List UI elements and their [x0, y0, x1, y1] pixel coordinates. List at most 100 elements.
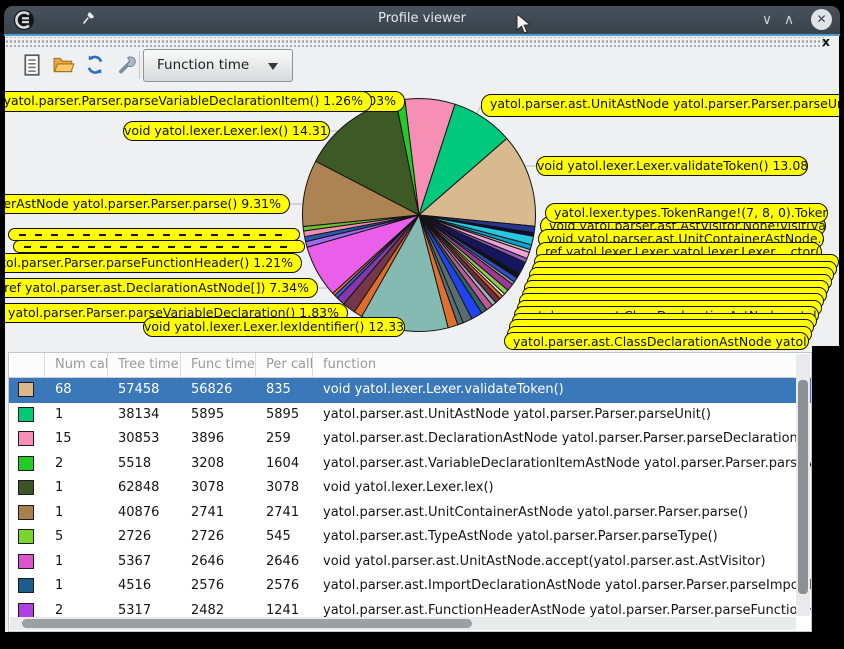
cell-num-calls: 68: [45, 378, 108, 403]
profile-viewer-window: { "window": { "title": "Profile viewer",…: [0, 0, 844, 649]
cell-num-calls: 5: [45, 525, 108, 550]
pie-callout: void yatol.parser.Parser.parseDeclaratio…: [5, 278, 318, 298]
cell-func-time: 5895: [181, 403, 256, 428]
cell-func-time: 2741: [181, 501, 256, 526]
row-color-cell: [9, 452, 45, 477]
cell-per-call: 2741: [256, 501, 313, 526]
cell-func-time: 56826: [181, 378, 256, 403]
cell-function: yatol.parser.ast.TypeAstNode yatol.parse…: [313, 525, 811, 550]
cell-func-time: 3208: [181, 452, 256, 477]
column-header-per-call[interactable]: Per call: [256, 353, 313, 377]
column-header-num-calls[interactable]: Num calls: [45, 353, 108, 377]
cell-per-call: 545: [256, 525, 313, 550]
table-row[interactable]: 527262726545yatol.parser.ast.TypeAstNode…: [9, 525, 811, 550]
vertical-scrollbar[interactable]: [796, 354, 810, 616]
row-color-cell: [9, 550, 45, 575]
column-header-tree-time[interactable]: Tree time: [108, 353, 181, 377]
vertical-scrollbar-thumb[interactable]: [798, 380, 808, 594]
cell-function: void yatol.lexer.Lexer.validateToken(): [313, 378, 811, 403]
cell-per-call: 259: [256, 427, 313, 452]
cell-function: void yatol.lexer.Lexer.lex(): [313, 476, 811, 501]
cell-function: yatol.parser.ast.VariableDeclarationItem…: [313, 452, 811, 477]
window-title: Profile viewer: [4, 11, 840, 26]
table-header: Num callsTree timeFunc timePer callfunct…: [9, 353, 811, 378]
cell-per-call: 2646: [256, 550, 313, 575]
table-row[interactable]: 13813458955895yatol.parser.ast.UnitAstNo…: [9, 403, 811, 428]
cell-tree-time: 2726: [108, 525, 181, 550]
cell-func-time: 3896: [181, 427, 256, 452]
cell-tree-time: 30853: [108, 427, 181, 452]
row-color-cell: [9, 525, 45, 550]
cell-func-time: 2576: [181, 574, 256, 599]
cell-tree-time: 62848: [108, 476, 181, 501]
cell-num-calls: 1: [45, 403, 108, 428]
row-color-swatch: [18, 505, 34, 520]
pie-callout: yatol.lexer.types.TokenRange!(7, 8, 0).T…: [545, 203, 828, 223]
cell-func-time: 2646: [181, 550, 256, 575]
cell-num-calls: 1: [45, 501, 108, 526]
cell-num-calls: 1: [45, 476, 108, 501]
horizontal-scrollbar-thumb[interactable]: [22, 619, 472, 628]
cell-tree-time: 5518: [108, 452, 181, 477]
table-row[interactable]: 14087627412741yatol.parser.ast.UnitConta…: [9, 501, 811, 526]
column-header-func-time[interactable]: Func time: [181, 353, 256, 377]
pie-callout-crushed: [13, 240, 305, 253]
mouse-cursor: [516, 13, 532, 35]
pie-callout: yatol.parser.ast.VariableDeclarationItem…: [5, 91, 372, 112]
cell-per-call: 835: [256, 378, 313, 403]
row-color-swatch: [18, 578, 34, 593]
pie-callout: yatol.parser.ast.FunctionHeaderAstNode y…: [5, 253, 302, 273]
table-row[interactable]: 1536726462646void yatol.parser.ast.UnitA…: [9, 550, 811, 575]
column-header-color[interactable]: [9, 353, 45, 377]
minimize-button[interactable]: ∨: [756, 10, 778, 30]
pie-callout: void yatol.lexer.Lexer.lex() 14.31%: [123, 121, 330, 141]
cell-tree-time: 40876: [108, 501, 181, 526]
column-header-function[interactable]: function: [313, 353, 811, 377]
results-table: Num callsTree timeFunc timePer callfunct…: [8, 352, 812, 632]
cell-function: yatol.parser.ast.UnitAstNode yatol.parse…: [313, 403, 811, 428]
cell-func-time: 2726: [181, 525, 256, 550]
close-button[interactable]: ✕: [811, 9, 832, 30]
cell-per-call: 1604: [256, 452, 313, 477]
table-row[interactable]: 16284830783078void yatol.lexer.Lexer.lex…: [9, 476, 811, 501]
row-color-cell: [9, 574, 45, 599]
cell-per-call: 2576: [256, 574, 313, 599]
cell-function: yatol.parser.ast.DeclarationAstNode yato…: [313, 427, 811, 452]
cell-num-calls: 1: [45, 550, 108, 575]
cell-function: yatol.parser.ast.UnitContainerAstNode ya…: [313, 501, 811, 526]
row-color-cell: [9, 476, 45, 501]
row-color-swatch: [18, 529, 34, 544]
row-color-swatch: [18, 480, 34, 495]
pie-callout: yatol.parser.ast.UnitAstNode yatol.parse…: [481, 94, 839, 117]
row-color-swatch: [18, 382, 34, 397]
cell-per-call: 5895: [256, 403, 313, 428]
cell-num-calls: 1: [45, 574, 108, 599]
row-color-swatch: [18, 603, 34, 618]
row-color-swatch: [18, 407, 34, 422]
maximize-button[interactable]: ∧: [778, 10, 800, 30]
table-body: 685745856826835void yatol.lexer.Lexer.va…: [9, 378, 811, 623]
row-color-cell: [9, 427, 45, 452]
table-row[interactable]: 15308533896259yatol.parser.ast.Declarati…: [9, 427, 811, 452]
table-row[interactable]: 1451625762576yatol.parser.ast.ImportDecl…: [9, 574, 811, 599]
cell-num-calls: 15: [45, 427, 108, 452]
pie-callout: void yatol.lexer.Lexer.validateToken() 1…: [536, 156, 808, 176]
titlebar: Profile viewer ∨ ∧ ✕: [4, 6, 840, 34]
row-color-swatch: [18, 456, 34, 471]
table-row[interactable]: 2551832081604yatol.parser.ast.VariableDe…: [9, 452, 811, 477]
row-color-swatch: [18, 554, 34, 569]
row-color-cell: [9, 403, 45, 428]
horizontal-scrollbar[interactable]: [10, 617, 796, 630]
table-row[interactable]: 685745856826835void yatol.lexer.Lexer.va…: [9, 378, 811, 403]
cell-tree-time: 38134: [108, 403, 181, 428]
cell-tree-time: 57458: [108, 378, 181, 403]
cell-func-time: 3078: [181, 476, 256, 501]
cell-per-call: 3078: [256, 476, 313, 501]
cell-function: void yatol.parser.ast.UnitAstNode.accept…: [313, 550, 811, 575]
cell-tree-time: 4516: [108, 574, 181, 599]
cell-num-calls: 2: [45, 452, 108, 477]
main-content: x Function time 03%yatol.parser.ast.Vari…: [5, 36, 839, 632]
row-color-cell: [9, 501, 45, 526]
row-color-swatch: [18, 431, 34, 446]
window-edge: [812, 346, 839, 632]
